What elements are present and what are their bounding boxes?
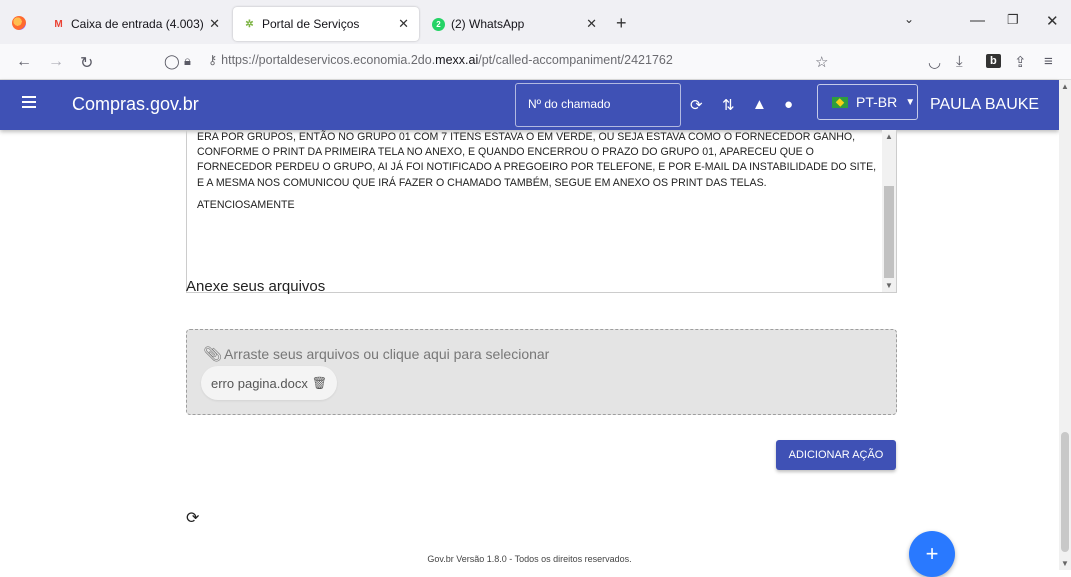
firefox-icon[interactable] <box>12 16 26 30</box>
extension-b-icon[interactable]: b <box>986 54 1001 68</box>
user-name[interactable]: PAULA BAUKE <box>930 96 1039 114</box>
menu-icon[interactable]: ≡ <box>1044 53 1053 70</box>
app-header: Compras.gov.br Nº do chamado ⟳ ⇅ ▲ ● PT-… <box>0 80 1059 130</box>
url-domain: mexx.ai <box>435 53 479 67</box>
close-icon[interactable]: ✕ <box>398 16 409 32</box>
language-selector[interactable]: PT-BR ▼ <box>817 84 918 120</box>
refresh-icon[interactable]: ⟳ <box>186 508 199 528</box>
page-scrollbar-thumb[interactable] <box>1061 432 1069 552</box>
scroll-down-icon[interactable]: ▼ <box>885 281 893 290</box>
brazil-flag-icon <box>832 96 848 108</box>
pocket-icon[interactable]: ◡ <box>928 53 941 71</box>
scroll-up-icon[interactable]: ▲ <box>1061 82 1069 91</box>
gmail-icon: M <box>54 18 63 30</box>
add-action-button[interactable]: ADICIONAR AÇÃO <box>776 440 896 470</box>
scrollbar-thumb[interactable] <box>884 186 894 278</box>
scroll-down-icon[interactable]: ▼ <box>1061 559 1069 568</box>
user-icon[interactable]: ● <box>784 96 793 113</box>
refresh-icon[interactable]: ⟳ <box>690 96 703 114</box>
browser-tab-strip: M Caixa de entrada (4.003) - conta ✕ ✲ P… <box>0 0 1071 44</box>
page-scrollbar[interactable]: ▲ ▼ <box>1059 80 1071 570</box>
lock-icon[interactable]: 🔒︎ <box>184 53 191 69</box>
url-field[interactable]: ⚷ https://portaldeservicos.economia.2do.m… <box>208 52 673 67</box>
restore-icon[interactable]: ❐ <box>1007 12 1019 28</box>
app-title: Compras.gov.br <box>72 94 199 114</box>
tab-whatsapp[interactable]: 2 (2) WhatsApp ✕ <box>422 7 607 41</box>
language-label: PT-BR <box>856 94 898 110</box>
add-fab-button[interactable]: + <box>909 531 955 577</box>
tab-gmail[interactable]: M Caixa de entrada (4.003) - conta ✕ <box>42 7 230 41</box>
attached-file-chip[interactable]: erro pagina.docx 🗑︎ <box>201 366 338 400</box>
paperclip-icon: 📎︎ <box>203 346 223 363</box>
browser-nav-bar: ← → ↻ ◯ 🔒︎ ⚷ https://portaldeservicos.eco… <box>0 44 1071 80</box>
shield-icon[interactable]: ◯ <box>164 53 180 70</box>
hamburger-menu-icon[interactable] <box>22 96 36 108</box>
tab-label: Caixa de entrada (4.003) - conta <box>71 17 204 31</box>
scroll-up-icon[interactable]: ▲ <box>885 132 893 141</box>
tab-list-chevron-icon[interactable]: ⌄ <box>904 12 914 26</box>
dropzone-hint-text: Arraste seus arquivos ou clique aqui par… <box>224 346 550 362</box>
minimize-icon[interactable]: — <box>970 12 985 29</box>
key-icon: ⚷ <box>208 53 218 67</box>
textarea-scrollbar[interactable]: ▲ ▼ <box>882 130 896 292</box>
forward-arrow-icon[interactable]: → <box>48 53 64 71</box>
portal-icon: ✲ <box>245 18 254 30</box>
chevron-down-icon: ▼ <box>905 96 916 108</box>
url-prefix: https://portaldeservicos.economia.2do. <box>221 53 436 67</box>
reload-icon[interactable]: ↻ <box>80 53 93 73</box>
download-icon[interactable]: ⤓ <box>956 53 963 70</box>
url-path: /pt/called-accompaniment/2421762 <box>478 53 673 67</box>
file-dropzone[interactable]: 📎︎ Arraste seus arquivos ou clique aqui p… <box>186 329 897 415</box>
dropzone-hint: 📎︎ Arraste seus arquivos ou clique aqui p… <box>203 345 549 363</box>
footer-text: Gov.br Versão 1.8.0 - Todos os direitos … <box>427 554 632 564</box>
close-icon[interactable]: ✕ <box>586 16 597 32</box>
tab-portal-servicos[interactable]: ✲ Portal de Serviços ✕ <box>233 7 419 41</box>
message-textarea[interactable]: ERA POR GRUPOS, ENTÃO NO GRUPO 01 COM 7 … <box>186 130 897 293</box>
window-close-icon[interactable]: ✕ <box>1046 12 1059 30</box>
whatsapp-icon: 2 <box>432 17 445 31</box>
attached-file-name: erro pagina.docx <box>211 375 308 391</box>
close-icon[interactable]: ✕ <box>209 16 220 32</box>
bell-icon[interactable]: ▲ <box>752 96 767 113</box>
back-arrow-icon[interactable]: ← <box>16 53 32 71</box>
new-tab-button[interactable]: + <box>616 13 627 34</box>
bookmark-star-icon[interactable]: ☆ <box>815 53 828 71</box>
swap-icon[interactable]: ⇅ <box>722 96 735 114</box>
message-text: ERA POR GRUPOS, ENTÃO NO GRUPO 01 COM 7 … <box>197 130 877 220</box>
share-icon[interactable]: ⇪ <box>1014 53 1027 71</box>
tab-label: (2) WhatsApp <box>451 17 525 31</box>
tab-label: Portal de Serviços <box>262 17 360 31</box>
message-signoff: ATENCIOSAMENTE <box>197 198 295 211</box>
attachments-heading: Anexe seus arquivos <box>186 278 326 295</box>
delete-file-icon[interactable]: 🗑︎ <box>312 376 327 390</box>
message-paragraph: ERA POR GRUPOS, ENTÃO NO GRUPO 01 COM 7 … <box>197 131 877 189</box>
ticket-number-search-input[interactable]: Nº do chamado <box>515 83 681 127</box>
